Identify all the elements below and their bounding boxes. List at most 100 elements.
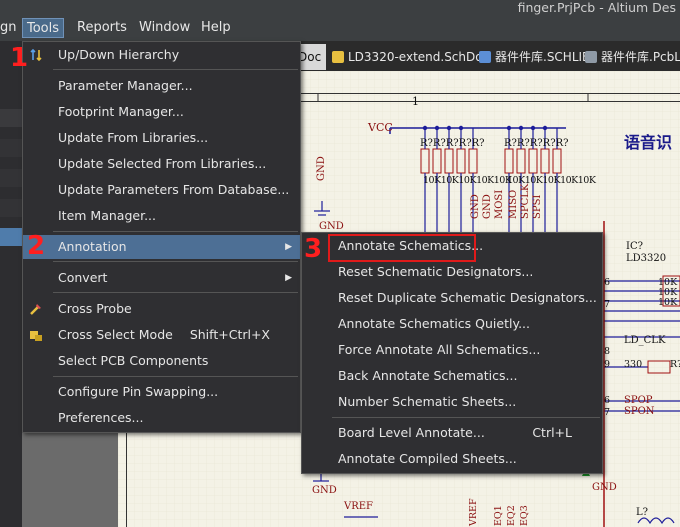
net-label: SPOP (624, 395, 653, 406)
menu-separator (53, 69, 298, 70)
projects-panel (0, 41, 22, 527)
menu-separator (53, 231, 298, 232)
sheet-title: 语音识 (624, 133, 673, 152)
cross-probe-icon (30, 304, 41, 315)
panel-row[interactable] (0, 199, 22, 217)
step-number-1: 1 (10, 43, 29, 73)
schdoc-icon (332, 51, 344, 63)
menu-item-label: Reset Schematic Designators... (338, 264, 534, 279)
menu-item-select-pcb-components[interactable]: Select PCB Components (23, 349, 300, 373)
cross-select-icon (30, 331, 42, 341)
vcc-label: VCC (368, 121, 393, 134)
menu-item-label: Configure Pin Swapping... (58, 384, 219, 399)
menu-item-parameter-manager[interactable]: Parameter Manager... (23, 74, 300, 98)
resistor-refs: R?R?R?R?R? (504, 138, 568, 149)
resistor-values: 10K10K10K10K10K (423, 175, 512, 186)
tab-schlib[interactable]: 器件件库.SCHLIB (479, 48, 590, 66)
net-label: VREF (468, 498, 479, 526)
menu-item-label: Number Schematic Sheets... (338, 394, 517, 409)
net-label: SPON (624, 406, 655, 417)
menu-item-update-from-libraries[interactable]: Update From Libraries... (23, 126, 300, 150)
chevron-right-icon: ▶ (285, 273, 292, 283)
menu-item-board-level-annotate[interactable]: Board Level Annotate... Ctrl+L (302, 421, 602, 445)
menu-item-label: Item Manager... (58, 208, 156, 223)
menu-item-force-annotate[interactable]: Force Annotate All Schematics... (302, 338, 602, 362)
column-number: 1 (412, 95, 419, 108)
gnd-label: GND (592, 482, 617, 493)
resistor-refs: R?R?R?R?R? (420, 138, 484, 149)
inductor-ref: L? (636, 507, 649, 518)
resistor-value: 10K (542, 175, 561, 186)
menu-item-cross-select-mode[interactable]: Cross Select Mode Shift+Ctrl+X (23, 323, 300, 347)
value-label: 10K (658, 297, 678, 308)
highlight-box (328, 234, 476, 262)
tab-active-doc[interactable]: Doc (298, 44, 326, 70)
resistor-value: 10K (560, 175, 578, 186)
menu-help[interactable]: Help (197, 18, 235, 38)
tab-label: LD3320-extend.SchDoc (348, 50, 490, 64)
resistor-ref: R? (420, 138, 433, 149)
panel-row-selected[interactable] (0, 228, 22, 246)
menu-item-update-selected[interactable]: Update Selected From Libraries... (23, 152, 300, 176)
menu-item-reset-designators[interactable]: Reset Schematic Designators... (302, 260, 602, 284)
tab-pcblib[interactable]: 器件件库.PcbLib (585, 48, 680, 66)
resistor-ref: R? (529, 138, 543, 149)
menu-item-footprint-manager[interactable]: Footprint Manager... (23, 100, 300, 124)
step-number-3: 3 (304, 234, 323, 264)
menu-item-configure-pin-swapping[interactable]: Configure Pin Swapping... (23, 380, 300, 404)
menu-item-label: Annotate Schematics Quietly... (338, 316, 530, 331)
resistor-value: 10K (423, 175, 441, 186)
gnd-label: GND (316, 156, 327, 181)
resistor-ref: R? (445, 138, 459, 149)
pin-number: 9 (604, 359, 611, 370)
value-label: 330 (624, 359, 643, 370)
menu-item-annotate-compiled-sheets[interactable]: Annotate Compiled Sheets... (302, 447, 602, 471)
panel-row[interactable] (0, 109, 22, 127)
resistor-ref: R? (670, 359, 680, 370)
menu-tools[interactable]: Tools (22, 18, 65, 38)
tab-label: 器件件库.SCHLIB (495, 50, 591, 64)
menu-item-label: Reset Duplicate Schematic Designators... (338, 290, 597, 305)
pin-number: 6 (604, 277, 611, 288)
menu-item-label: Update Parameters From Database... (58, 182, 290, 197)
vref-label: VREF (344, 501, 373, 512)
hierarchy-icon (30, 48, 42, 62)
menu-design[interactable]: gn (0, 18, 21, 38)
menu-item-cross-probe[interactable]: Cross Probe (23, 297, 300, 321)
resistor-ref: R? (516, 138, 530, 149)
menu-reports[interactable]: Reports (73, 18, 131, 38)
menu-item-label: Update From Libraries... (58, 130, 209, 145)
menu-item-annotation[interactable]: Annotation ▶ (23, 235, 300, 259)
menu-item-label: Cross Select Mode (58, 327, 173, 342)
menu-item-back-annotate[interactable]: Back Annotate Schematics... (302, 364, 602, 388)
panel-row[interactable] (0, 169, 22, 187)
menu-item-reset-duplicate-designators[interactable]: Reset Duplicate Schematic Designators... (302, 286, 602, 310)
step-number-2: 2 (27, 231, 46, 261)
menu-item-item-manager[interactable]: Item Manager... (23, 204, 300, 228)
menu-item-annotate-quietly[interactable]: Annotate Schematics Quietly... (302, 312, 602, 336)
menu-window[interactable]: Window (135, 18, 194, 38)
schlib-icon (479, 51, 491, 63)
window-title: finger.PrjPcb - Altium Des (517, 0, 676, 15)
menu-item-label: Annotate Compiled Sheets... (338, 451, 517, 466)
menu-item-label: Back Annotate Schematics... (338, 368, 518, 383)
tab-ld3320-extend[interactable]: LD3320-extend.SchDoc (332, 48, 489, 66)
menu-item-update-parameters[interactable]: Update Parameters From Database... (23, 178, 300, 202)
menu-item-label: Parameter Manager... (58, 78, 193, 93)
net-label: MISO (508, 189, 519, 219)
panel-row[interactable] (0, 139, 22, 157)
menu-item-up-down-hierarchy[interactable]: Up/Down Hierarchy (23, 43, 300, 67)
gnd-label: GND (312, 485, 337, 496)
menu-item-preferences[interactable]: Preferences... (23, 406, 300, 430)
menu-item-convert[interactable]: Convert ▶ (23, 266, 300, 290)
menu-item-label: Footprint Manager... (58, 104, 184, 119)
resistor-value: 10K (458, 175, 477, 186)
net-label: SPCLK (520, 183, 531, 219)
menu-separator (53, 292, 298, 293)
pin-number: 8 (604, 346, 611, 357)
menu-item-label: Annotation (58, 239, 127, 254)
chevron-right-icon: ▶ (285, 242, 292, 252)
menu-item-label: Update Selected From Libraries... (58, 156, 267, 171)
net-label: MOSI (494, 189, 505, 219)
menu-item-number-sheets[interactable]: Number Schematic Sheets... (302, 390, 602, 414)
